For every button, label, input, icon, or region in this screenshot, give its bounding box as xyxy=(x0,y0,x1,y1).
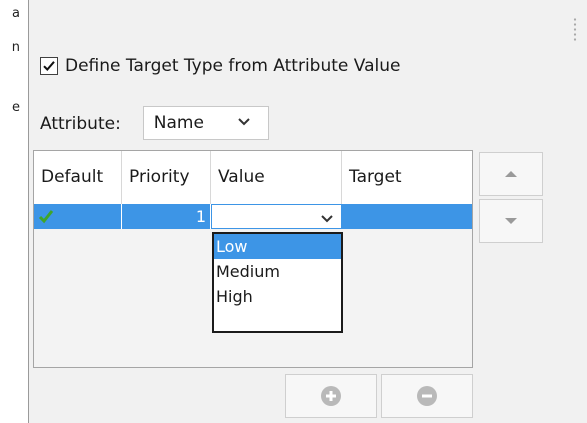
left-fragment-text: e xyxy=(12,100,20,115)
value-dropdown-list: Low Medium High xyxy=(212,232,343,333)
value-combo-cell[interactable] xyxy=(211,204,342,229)
move-down-button[interactable] xyxy=(479,199,543,243)
table-row[interactable]: 1 xyxy=(34,204,472,229)
move-up-button[interactable] xyxy=(479,152,543,196)
define-target-type-row[interactable]: Define Target Type from Attribute Value xyxy=(40,56,400,76)
resize-grip-icon[interactable] xyxy=(573,17,577,43)
triangle-down-icon xyxy=(505,218,517,224)
column-header-priority[interactable]: Priority xyxy=(122,151,211,204)
dropdown-option-high[interactable]: High xyxy=(214,284,341,309)
chevron-down-icon xyxy=(321,215,333,223)
minus-circle-icon xyxy=(417,386,437,406)
define-target-type-label: Define Target Type from Attribute Value xyxy=(65,56,401,76)
remove-row-button[interactable] xyxy=(381,374,473,418)
add-row-button[interactable] xyxy=(285,374,377,418)
attribute-select[interactable]: Name xyxy=(142,106,269,140)
define-target-type-checkbox[interactable] xyxy=(40,57,58,75)
target-cell[interactable] xyxy=(342,204,472,229)
dropdown-option-low[interactable]: Low xyxy=(214,234,341,259)
left-fragment-text: a xyxy=(12,6,20,21)
column-header-value[interactable]: Value xyxy=(211,151,342,204)
attribute-label: Attribute: xyxy=(40,114,121,134)
left-fragment-text: n xyxy=(11,40,20,55)
green-check-icon xyxy=(38,210,54,224)
column-header-target[interactable]: Target xyxy=(342,151,472,204)
priority-cell[interactable]: 1 xyxy=(122,204,211,229)
default-cell[interactable] xyxy=(34,204,122,229)
dropdown-option-medium[interactable]: Medium xyxy=(214,259,341,284)
left-panel-edge: a n e xyxy=(0,0,29,423)
attribute-selected-value: Name xyxy=(153,113,204,133)
plus-circle-icon xyxy=(321,386,341,406)
attribute-row: Attribute: Name xyxy=(40,106,269,141)
checkmark-icon xyxy=(43,61,55,71)
triangle-up-icon xyxy=(505,171,517,177)
chevron-down-icon xyxy=(238,118,250,126)
table-header: Default Priority Value Target xyxy=(34,151,472,205)
column-header-default[interactable]: Default xyxy=(34,151,122,204)
